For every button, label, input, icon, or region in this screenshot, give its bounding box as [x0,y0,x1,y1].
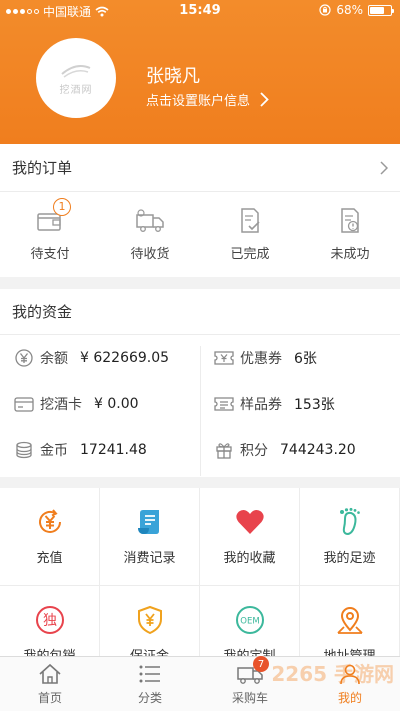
feature-label: 消费记录 [123,551,176,566]
funds-title: 我的资金 [12,303,73,321]
order-item-label: 待支付 [30,246,70,262]
fund-value: 17241.48 [80,442,147,458]
feature-exclusive-sales[interactable]: 独 我的包销 [0,586,100,656]
feature-label: 充值 [36,551,63,566]
tab-label: 首页 [37,691,62,705]
fund-balance[interactable]: 余额 ¥ 622669.05 [0,335,200,381]
fund-value: ¥ 0.00 [94,396,139,412]
sample-ticket-icon [214,397,234,411]
oem-icon: OEM [235,606,264,634]
recharge-icon [38,509,61,533]
fund-label: 样品券 [240,397,282,413]
cart-badge: 7 [253,656,269,672]
feature-customization[interactable]: OEM 我的定制 [200,586,300,656]
orders-header[interactable]: 我的订单 [0,144,400,192]
list-icon [139,665,160,683]
avatar[interactable]: 挖酒网 [36,38,116,118]
logo-mark-icon [61,65,91,78]
status-right: 68% [319,3,394,17]
profile-screen: 中国联通 15:49 68% 挖酒网 张晓凡 点击设置账户信息 我的订单 1 待… [0,0,400,711]
fund-value: 6张 [294,351,317,367]
order-item-label: 待收货 [130,246,170,262]
rotation-lock-icon [319,4,331,16]
fund-label: 挖酒卡 [40,397,82,413]
feature-label: 我的足迹 [323,551,376,566]
fund-label: 积分 [240,443,268,459]
fund-sample-tickets[interactable]: 样品券 153张 [200,381,400,427]
account-link-label: 点击设置账户信息 [146,94,251,109]
fund-label: 金币 [40,443,68,459]
fund-gold-coins[interactable]: 金币 17241.48 [0,427,200,473]
fund-value: 153张 [294,397,335,413]
home-icon [39,663,61,684]
feature-deposit[interactable]: 保证金 [100,586,200,656]
oem-glyph: OEM [240,617,259,627]
status-bar: 中国联通 15:49 68% [0,0,400,22]
order-status-row: 1 待支付 待收货 已完成 未成功 [0,192,400,276]
feature-label: 地址管理 [323,645,375,656]
order-failed[interactable]: 未成功 [300,192,400,276]
order-completed[interactable]: 已完成 [200,192,300,276]
fund-label: 余额 [40,351,68,367]
fund-value: 744243.20 [280,442,356,458]
user-name: 张晓凡 [146,66,200,87]
battery-percent: 68% [336,3,363,17]
yen-icon [15,349,33,367]
feature-spending-records[interactable]: 消费记录 [100,488,200,586]
fund-label: 优惠券 [240,351,282,367]
features-grid: 充值 消费记录 我的收藏 我的足迹 独 我的包销 保证金 [0,488,400,656]
truck-icon [136,208,164,232]
pending-payment-badge: 1 [53,197,71,216]
account-settings-link[interactable]: 点击设置账户信息 [146,90,269,109]
exclusive-icon: 独 [35,606,64,634]
fund-points[interactable]: 积分 744243.20 [200,427,400,473]
fund-wine-card[interactable]: 挖酒卡 ¥ 0.00 [0,381,200,427]
exclusive-glyph: 独 [43,613,57,629]
fund-value: ¥ 622669.05 [80,350,170,366]
feature-label: 保证金 [130,645,169,656]
orders-section: 我的订单 1 待支付 待收货 已完成 未成功 [0,144,400,277]
tab-categories[interactable]: 分类 [100,657,200,711]
coins-icon [16,441,32,459]
feature-recharge[interactable]: 充值 [0,488,100,586]
feature-label: 我的收藏 [223,551,276,566]
feature-address-management[interactable]: 地址管理 [300,586,400,656]
order-item-label: 已完成 [230,246,270,262]
heart-icon [235,509,264,534]
order-pending-payment[interactable]: 1 待支付 [0,192,100,276]
tab-label: 分类 [137,691,162,705]
orders-title: 我的订单 [12,159,73,177]
card-icon [14,396,34,412]
footprint-icon [339,507,360,536]
failed-doc-icon [341,207,359,233]
watermark: 2265 手游网 [271,662,394,686]
chevron-right-icon [260,92,269,107]
coupon-icon [214,351,234,365]
feature-label: 我的定制 [223,645,275,656]
profile-header: 中国联通 15:49 68% 挖酒网 张晓凡 点击设置账户信息 [0,0,400,144]
funds-divider [200,346,201,476]
receipt-icon [137,510,159,534]
location-icon [336,607,363,634]
feature-label: 我的包销 [23,645,75,656]
avatar-logo-text: 挖酒网 [59,85,93,96]
funds-header: 我的资金 [0,289,400,335]
battery-fill [370,6,384,14]
shield-yen-icon [137,605,162,635]
gift-icon [216,443,232,459]
feature-favorites[interactable]: 我的收藏 [200,488,300,586]
order-item-label: 未成功 [330,246,370,262]
feature-footprints[interactable]: 我的足迹 [300,488,400,586]
order-awaiting-receipt[interactable]: 待收货 [100,192,200,276]
completed-doc-icon [241,207,260,233]
battery-icon [368,4,394,16]
tab-label: 我的 [337,691,362,705]
tab-home[interactable]: 首页 [0,657,100,711]
fund-coupons[interactable]: 优惠券 6张 [200,335,400,381]
chevron-right-icon [380,160,388,175]
tab-label: 采购车 [231,691,268,705]
